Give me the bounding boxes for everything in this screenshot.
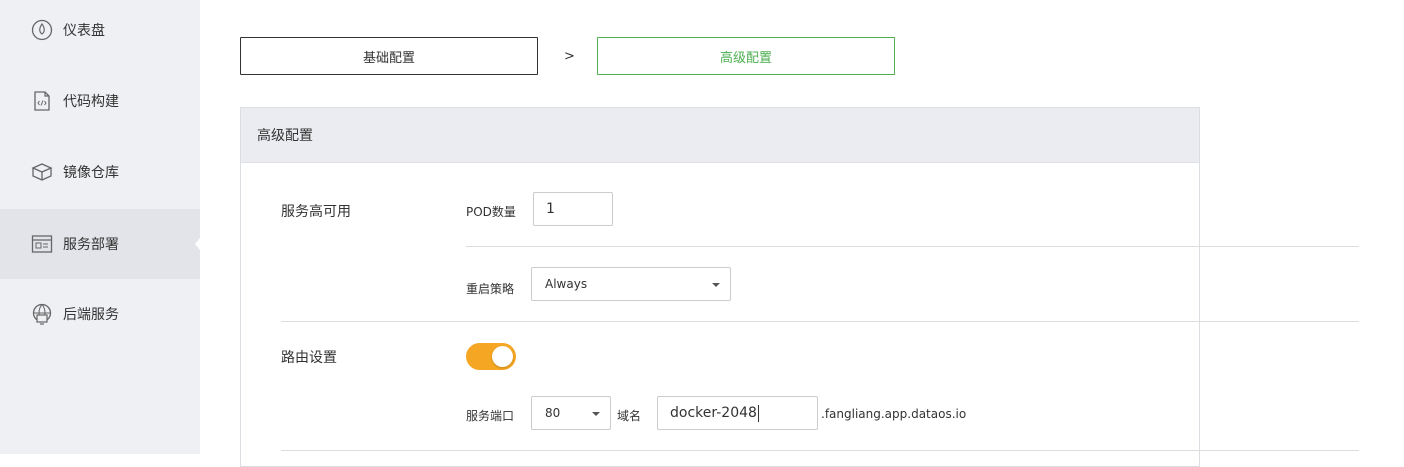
dashboard-icon: [31, 19, 53, 41]
pod-count-input[interactable]: 1: [533, 192, 613, 226]
sidebar-item-label: 镜像仓库: [63, 165, 119, 181]
service-port-label: 服务端口: [466, 409, 515, 423]
panel-title: 高级配置: [241, 108, 1199, 163]
divider: [466, 246, 1359, 247]
restart-policy-select[interactable]: Always: [531, 267, 731, 301]
main-content: 基础配置 > 高级配置 高级配置 服务高可用 POD数量 1 重启策略 Alwa…: [200, 0, 1404, 467]
sidebar-item-label: 仪表盘: [63, 23, 105, 39]
step-basic-config[interactable]: 基础配置: [240, 37, 538, 75]
text-cursor: [757, 404, 759, 422]
chevron-down-icon: [712, 283, 720, 287]
domain-input[interactable]: docker-2048: [657, 396, 818, 430]
globe-monitor-icon: [32, 303, 52, 325]
sidebar-item-image-registry[interactable]: 镜像仓库: [0, 137, 200, 207]
sidebar-item-dashboard[interactable]: 仪表盘: [0, 0, 200, 65]
toggle-knob: [492, 346, 513, 367]
code-file-icon: [34, 91, 50, 111]
deploy-window-icon: [31, 235, 53, 253]
chevron-down-icon: [592, 412, 600, 416]
domain-label: 域名: [617, 409, 642, 423]
ha-section-title: 服务高可用: [281, 204, 351, 220]
service-port-value: 80: [545, 406, 561, 420]
service-port-select[interactable]: 80: [531, 396, 611, 430]
pod-count-label: POD数量: [466, 205, 516, 219]
sidebar-item-label: 后端服务: [63, 307, 119, 323]
domain-suffix: .fangliang.app.dataos.io: [821, 407, 967, 421]
domain-value: docker-2048: [670, 405, 757, 421]
sidebar: 仪表盘 代码构建 镜像仓库 服务部署 后端服务: [0, 0, 200, 454]
sidebar-item-service-deploy[interactable]: 服务部署: [0, 209, 200, 279]
divider: [281, 450, 1359, 451]
route-section-title: 路由设置: [281, 350, 337, 366]
sidebar-item-code-build[interactable]: 代码构建: [0, 66, 200, 136]
sidebar-item-label: 代码构建: [63, 94, 119, 110]
restart-policy-label: 重启策略: [466, 282, 515, 296]
restart-policy-value: Always: [545, 277, 588, 291]
divider: [281, 321, 1359, 322]
step-separator: >: [564, 49, 575, 64]
sidebar-item-label: 服务部署: [63, 237, 119, 253]
advanced-config-panel: 高级配置 服务高可用 POD数量 1 重启策略 Always 路由设置 服务端口…: [240, 107, 1359, 467]
sidebar-item-backend-service[interactable]: 后端服务: [0, 279, 200, 349]
route-toggle[interactable]: [466, 343, 516, 370]
box-icon: [31, 163, 53, 181]
step-advanced-config[interactable]: 高级配置: [597, 37, 895, 75]
